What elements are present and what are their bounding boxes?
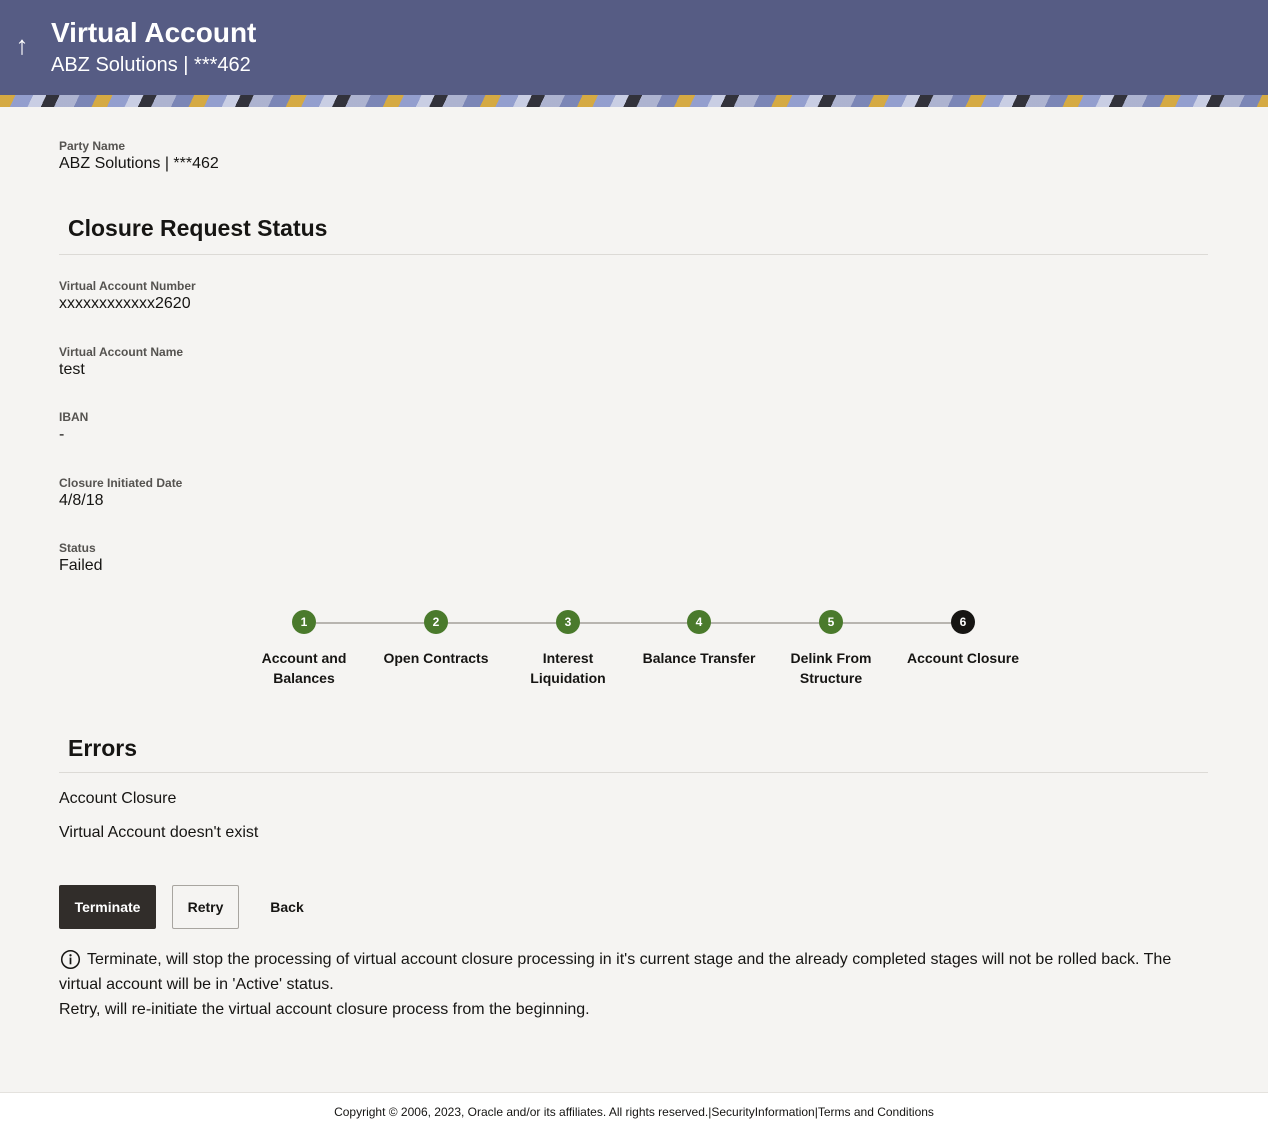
step-number-badge: 1 [292, 610, 316, 634]
back-arrow-icon[interactable]: ↑ [10, 30, 34, 60]
party-name-field: Party Name ABZ Solutions | ***462 [59, 139, 219, 173]
step-balance-transfer: 4 Balance Transfer [633, 610, 765, 668]
note-retry-text: Retry, will re-initiate the virtual acco… [59, 1001, 590, 1018]
field-label: Closure Initiated Date [59, 476, 183, 490]
main-content: Party Name ABZ Solutions | ***462 Closur… [0, 107, 1268, 1092]
closure-initiated-date-field: Closure Initiated Date 4/8/18 [59, 476, 182, 510]
step-account-closure: 6 Account Closure [897, 610, 1029, 668]
field-label: Virtual Account Name [59, 345, 184, 359]
retry-button[interactable]: Retry [172, 885, 239, 929]
step-label: Interest Liquidation [530, 650, 606, 686]
step-number-badge: 3 [556, 610, 580, 634]
field-value: test [59, 361, 85, 378]
step-number-badge: 2 [424, 610, 448, 634]
step-open-contracts: 2 Open Contracts [370, 610, 502, 668]
step-label: Open Contracts [383, 650, 489, 666]
page-subtitle: ABZ Solutions | ***462 [51, 54, 251, 76]
field-value: 4/8/18 [59, 492, 104, 509]
section-divider [59, 772, 1208, 773]
copyright-text: Copyright © 2006, 2023, Oracle and/or it… [334, 1105, 709, 1119]
step-label: Account Closure [906, 650, 1019, 666]
step-delink-from-structure: 5 Delink From Structure [765, 610, 897, 688]
party-name-label: Party Name [59, 139, 126, 153]
field-label: Virtual Account Number [59, 279, 196, 293]
page-header: ↑ Virtual Account ABZ Solutions | ***462 [0, 0, 1268, 107]
field-label: Status [59, 541, 96, 555]
step-label: Delink From Structure [790, 650, 872, 686]
terms-and-conditions-link[interactable]: Terms and Conditions [818, 1105, 934, 1119]
back-button[interactable]: Back [258, 885, 316, 929]
security-information-link[interactable]: SecurityInformation [711, 1105, 814, 1119]
terminate-button[interactable]: Terminate [59, 885, 156, 929]
field-value: xxxxxxxxxxxx2620 [59, 295, 191, 312]
info-note: Terminate, will stop the processing of v… [59, 947, 1209, 1022]
iban-field: IBAN - [59, 410, 88, 444]
section-divider [59, 254, 1208, 255]
page-footer: Copyright © 2006, 2023, Oracle and/or it… [0, 1092, 1268, 1132]
field-label: IBAN [59, 410, 89, 424]
status-field: Status Failed [59, 541, 103, 575]
step-interest-liquidation: 3 Interest Liquidation [502, 610, 634, 688]
step-number-badge: 6 [951, 610, 975, 634]
note-terminate-text: Terminate, will stop the processing of v… [59, 951, 1172, 993]
errors-title: Errors [68, 735, 138, 761]
party-name-value: ABZ Solutions | ***462 [59, 155, 219, 172]
closure-progress-stepper: 1 Account and Balances 2 Open Contracts 3… [238, 610, 1038, 700]
page-title: Virtual Account [51, 17, 257, 48]
step-label: Balance Transfer [642, 650, 756, 666]
error-stage: Account Closure [59, 790, 177, 807]
step-number-badge: 5 [819, 610, 843, 634]
virtual-account-name-field: Virtual Account Name test [59, 345, 183, 379]
step-account-and-balances: 1 Account and Balances [238, 610, 370, 688]
step-label: Account and Balances [261, 650, 347, 686]
field-value: - [59, 426, 65, 443]
header-decorative-pattern [0, 95, 1268, 107]
step-number-badge: 4 [687, 610, 711, 634]
virtual-account-number-field: Virtual Account Number xxxxxxxxxxxx2620 [59, 279, 196, 313]
closure-status-title: Closure Request Status [68, 215, 328, 241]
status-value: Failed [59, 557, 103, 574]
error-message: Virtual Account doesn't exist [59, 824, 259, 841]
